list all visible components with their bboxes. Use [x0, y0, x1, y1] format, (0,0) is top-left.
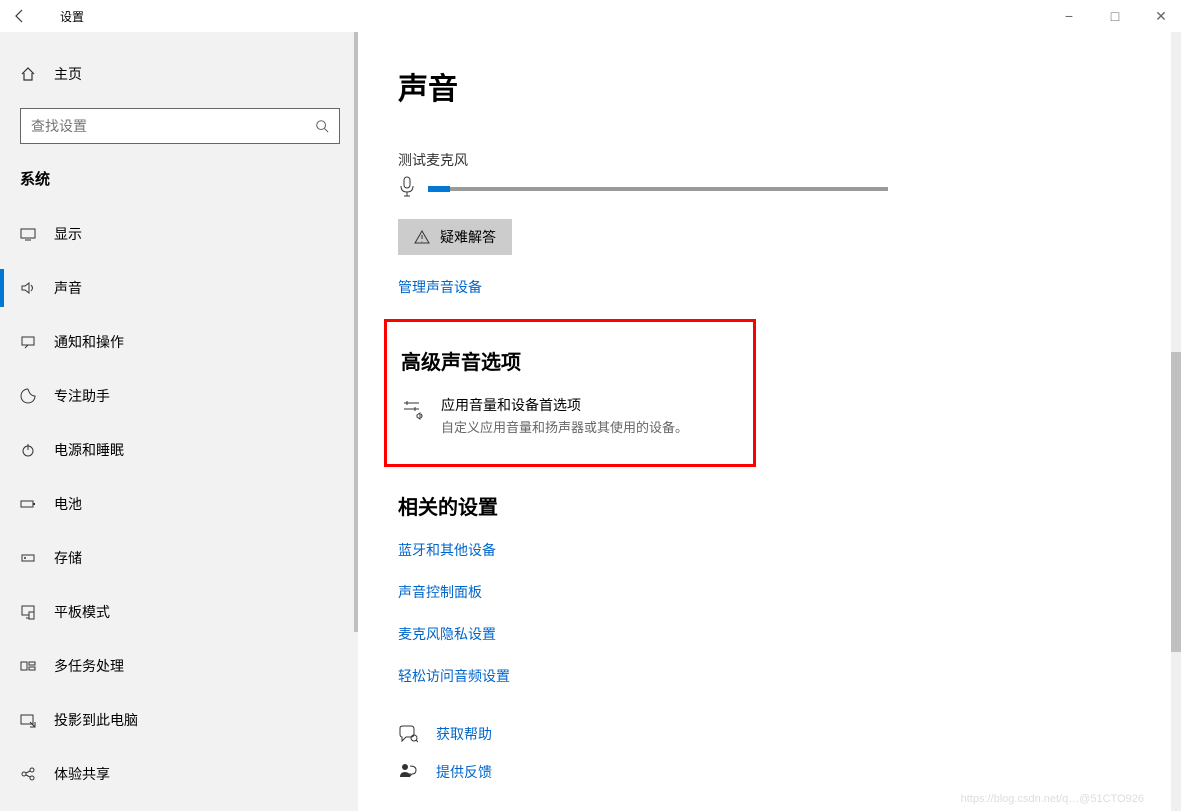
truncated-link[interactable]: 设备属性 [398, 112, 1144, 132]
pref-title: 应用音量和设备首选项 [441, 395, 688, 415]
troubleshoot-label: 疑难解答 [440, 227, 496, 247]
back-button[interactable] [0, 0, 40, 32]
feedback-row[interactable]: 提供反馈 [398, 762, 1144, 782]
home-label: 主页 [54, 64, 82, 84]
search-icon [315, 119, 329, 133]
warning-icon [414, 229, 430, 245]
notifications-icon [20, 334, 36, 350]
focus-icon [20, 388, 36, 404]
sidebar-item-label: 投影到此电脑 [54, 710, 138, 730]
page-title: 声音 [398, 64, 1144, 108]
home-nav[interactable]: 主页 [20, 52, 338, 96]
search-box[interactable] [20, 108, 340, 144]
troubleshoot-button[interactable]: 疑难解答 [398, 219, 512, 255]
battery-icon [20, 496, 36, 512]
search-input[interactable] [31, 118, 315, 134]
sidebar-item-notifications[interactable]: 通知和操作 [0, 315, 358, 369]
sidebar-item-label: 多任务处理 [54, 656, 124, 676]
close-icon: ✕ [1155, 8, 1167, 25]
power-icon [20, 442, 36, 458]
close-button[interactable]: ✕ [1138, 0, 1184, 32]
sidebar-item-focus[interactable]: 专注助手 [0, 369, 358, 423]
link-ease-audio[interactable]: 轻松访问音频设置 [398, 666, 1144, 686]
app-volume-preferences[interactable]: 应用音量和设备首选项 自定义应用音量和扬声器或其使用的设备。 [401, 395, 733, 436]
home-icon [20, 66, 36, 82]
sidebar: 主页 系统 显示 声音 通知和操作 专注助手 电源和睡眠 [0, 32, 358, 811]
pref-desc: 自定义应用音量和扬声器或其使用的设备。 [441, 417, 688, 436]
related-section-title: 相关的设置 [398, 491, 1144, 520]
tablet-icon [20, 604, 36, 620]
category-header: 系统 [20, 168, 338, 189]
sidebar-item-label: 电池 [54, 494, 82, 514]
display-icon [20, 226, 36, 242]
sidebar-item-project[interactable]: 投影到此电脑 [0, 693, 358, 747]
sidebar-item-label: 通知和操作 [54, 332, 124, 352]
maximize-icon: □ [1111, 8, 1119, 24]
watermark: https://blog.csdn.net/q…@51CTO926 [961, 793, 1144, 805]
project-icon [20, 712, 36, 728]
sidebar-item-battery[interactable]: 电池 [0, 477, 358, 531]
sidebar-item-multitask[interactable]: 多任务处理 [0, 639, 358, 693]
content-scrollbar-thumb[interactable] [1171, 352, 1181, 652]
minimize-button[interactable]: − [1046, 0, 1092, 32]
multitask-icon [20, 658, 36, 674]
titlebar: 设置 − □ ✕ [0, 0, 1184, 32]
get-help-link[interactable]: 获取帮助 [436, 724, 492, 744]
content-scrollbar-track[interactable] [1171, 32, 1181, 811]
link-mic-privacy[interactable]: 麦克风隐私设置 [398, 624, 1144, 644]
mic-test-row [398, 176, 1144, 201]
sidebar-item-sound[interactable]: 声音 [0, 261, 358, 315]
arrow-left-icon [12, 8, 28, 24]
sound-icon [20, 280, 36, 296]
feedback-icon [398, 762, 418, 782]
link-bluetooth[interactable]: 蓝牙和其他设备 [398, 540, 1144, 560]
main-container: 主页 系统 显示 声音 通知和操作 专注助手 电源和睡眠 [0, 32, 1184, 811]
maximize-button[interactable]: □ [1092, 0, 1138, 32]
window-title: 设置 [40, 8, 84, 25]
mixer-icon [401, 397, 425, 424]
window-controls: − □ ✕ [1046, 0, 1184, 32]
sidebar-item-label: 存储 [54, 548, 82, 568]
sidebar-item-storage[interactable]: 存储 [0, 531, 358, 585]
get-help-row[interactable]: 获取帮助 [398, 724, 1144, 744]
content-area: 声音 设备属性 测试麦克风 疑难解答 管理声音设备 高级声音选项 应用音量和设 [358, 32, 1184, 811]
sidebar-item-tablet[interactable]: 平板模式 [0, 585, 358, 639]
sidebar-item-label: 电源和睡眠 [54, 440, 124, 460]
manage-devices-link[interactable]: 管理声音设备 [398, 277, 1144, 297]
mic-test-label: 测试麦克风 [398, 150, 1144, 170]
microphone-icon [398, 176, 416, 201]
sidebar-item-label: 平板模式 [54, 602, 110, 622]
feedback-link[interactable]: 提供反馈 [436, 762, 492, 782]
share-icon [20, 766, 36, 782]
sidebar-item-display[interactable]: 显示 [0, 207, 358, 261]
sidebar-item-label: 专注助手 [54, 386, 110, 406]
sidebar-item-label: 显示 [54, 224, 82, 244]
storage-icon [20, 550, 36, 566]
sidebar-item-label: 体验共享 [54, 764, 110, 784]
advanced-section-highlighted: 高级声音选项 应用音量和设备首选项 自定义应用音量和扬声器或其使用的设备。 [384, 319, 756, 467]
minimize-icon: − [1065, 8, 1073, 24]
mic-level-bar [428, 187, 888, 191]
sidebar-item-share[interactable]: 体验共享 [0, 747, 358, 801]
related-links: 蓝牙和其他设备 声音控制面板 麦克风隐私设置 轻松访问音频设置 [398, 540, 1144, 686]
mic-level-fill [428, 186, 450, 192]
sidebar-item-power[interactable]: 电源和睡眠 [0, 423, 358, 477]
advanced-section-title: 高级声音选项 [401, 346, 733, 375]
help-icon [398, 724, 418, 744]
link-sound-control-panel[interactable]: 声音控制面板 [398, 582, 1144, 602]
sidebar-item-label: 声音 [54, 278, 82, 298]
